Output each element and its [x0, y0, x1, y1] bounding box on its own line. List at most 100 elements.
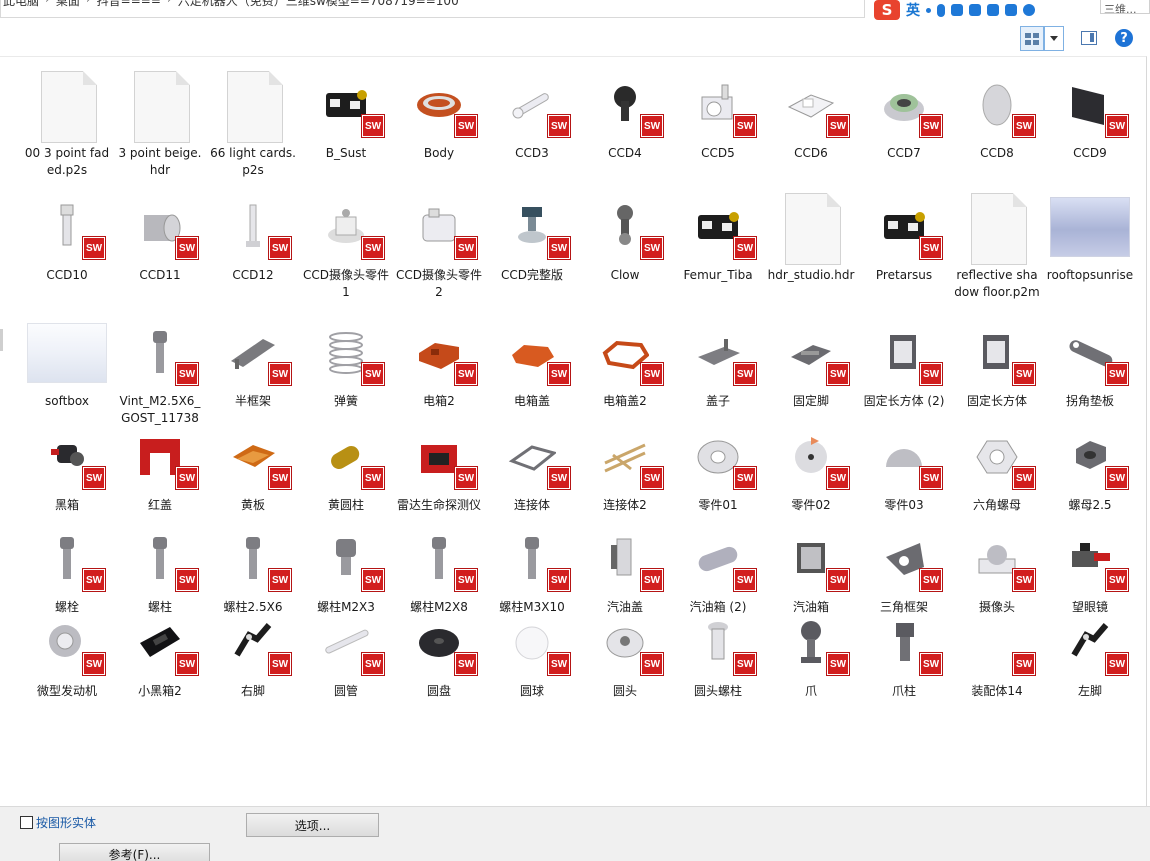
- file-thumbnail: SW: [672, 603, 764, 683]
- file-item[interactable]: SW 左脚: [1044, 603, 1136, 700]
- file-item[interactable]: SW CCD8: [951, 65, 1043, 162]
- file-item[interactable]: SW 爪柱: [858, 603, 950, 700]
- file-item[interactable]: SW CCD11: [114, 187, 206, 284]
- settings-gear-icon[interactable]: [1023, 4, 1035, 16]
- file-item[interactable]: SW CCD12: [207, 187, 299, 284]
- file-item[interactable]: SW CCD6: [765, 65, 857, 162]
- file-item[interactable]: SW CCD9: [1044, 65, 1136, 162]
- file-item[interactable]: SW 固定脚: [765, 313, 857, 410]
- file-item[interactable]: SW 连接体2: [579, 417, 671, 514]
- file-item[interactable]: SW 零件01: [672, 417, 764, 514]
- file-item[interactable]: SW 电箱盖2: [579, 313, 671, 410]
- file-item[interactable]: SW 黑箱: [21, 417, 113, 514]
- file-item[interactable]: SW 螺栓: [21, 519, 113, 616]
- file-item[interactable]: SW B_Sust: [300, 65, 392, 162]
- file-item[interactable]: SW 连接体: [486, 417, 578, 514]
- file-item[interactable]: SW CCD7: [858, 65, 950, 162]
- file-item[interactable]: SW 零件03: [858, 417, 950, 514]
- file-item[interactable]: SW 弹簧: [300, 313, 392, 410]
- file-item[interactable]: rooftopsunrise: [1044, 187, 1136, 284]
- breadcrumb-item[interactable]: 此电脑: [3, 0, 39, 9]
- file-item[interactable]: SW 爪: [765, 603, 857, 700]
- file-item[interactable]: SW Pretarsus: [858, 187, 950, 284]
- file-item[interactable]: SW 圆球: [486, 603, 578, 700]
- file-item[interactable]: SW CCD5: [672, 65, 764, 162]
- file-item[interactable]: SW 圆头螺柱: [672, 603, 764, 700]
- file-item[interactable]: 00 3 point faded.p2s: [21, 65, 113, 179]
- address-bar[interactable]: 此电脑 › 桌面 › 抖音==== › 六足机器人（免费）三维sw模型==708…: [0, 0, 865, 18]
- file-item[interactable]: SW 装配体14: [951, 603, 1043, 700]
- file-thumbnail: [114, 65, 206, 145]
- file-item[interactable]: SW 拐角垫板: [1044, 313, 1136, 410]
- by-graphic-entity-label[interactable]: 按图形实体: [36, 814, 96, 831]
- file-item[interactable]: SW Clow: [579, 187, 671, 284]
- file-item[interactable]: SW 三角框架: [858, 519, 950, 616]
- file-item[interactable]: SW 右脚: [207, 603, 299, 700]
- references-button[interactable]: 参考(F)...: [59, 843, 210, 861]
- file-item[interactable]: SW 六角螺母: [951, 417, 1043, 514]
- file-item[interactable]: SW 摄像头: [951, 519, 1043, 616]
- view-mode-button[interactable]: [1020, 26, 1044, 51]
- breadcrumb-item[interactable]: 六足机器人（免费）三维sw模型==708719==100: [178, 0, 459, 9]
- file-item[interactable]: SW 盖子: [672, 313, 764, 410]
- file-item[interactable]: SW 电箱2: [393, 313, 485, 410]
- file-item[interactable]: SW 红盖: [114, 417, 206, 514]
- file-item[interactable]: SW Body: [393, 65, 485, 162]
- file-item[interactable]: SW Vint_M2.5X6_GOST_11738: [114, 313, 206, 427]
- file-item[interactable]: SW CCD摄像头零件1: [300, 187, 392, 301]
- file-item[interactable]: SW 螺柱2.5X6: [207, 519, 299, 616]
- file-item[interactable]: SW 半框架: [207, 313, 299, 410]
- splitter-handle[interactable]: [0, 329, 3, 351]
- file-item[interactable]: reflective shadow floor.p2m: [951, 187, 1043, 301]
- file-item[interactable]: SW 微型发动机: [21, 603, 113, 700]
- file-item[interactable]: SW CCD10: [21, 187, 113, 284]
- file-item[interactable]: SW CCD3: [486, 65, 578, 162]
- breadcrumb-item[interactable]: 抖音====: [97, 0, 161, 9]
- help-icon[interactable]: ?: [1115, 29, 1133, 47]
- shirt-icon[interactable]: [969, 4, 981, 16]
- punctuation-icon[interactable]: [926, 7, 931, 13]
- file-item[interactable]: SW 螺柱M2X8: [393, 519, 485, 616]
- file-item[interactable]: SW 雷达生命探测仪: [393, 417, 485, 514]
- file-item[interactable]: SW 电箱盖: [486, 313, 578, 410]
- file-item[interactable]: SW 黄板: [207, 417, 299, 514]
- search-box[interactable]: 三维...: [1100, 0, 1150, 14]
- file-item[interactable]: SW CCD4: [579, 65, 671, 162]
- file-item[interactable]: SW 固定长方体 (2): [858, 313, 950, 410]
- file-item[interactable]: SW 圆管: [300, 603, 392, 700]
- file-item[interactable]: SW Femur_Tiba: [672, 187, 764, 284]
- breadcrumb-item[interactable]: 桌面: [56, 0, 80, 9]
- file-item[interactable]: SW 螺柱: [114, 519, 206, 616]
- file-item[interactable]: 3 point beige.hdr: [114, 65, 206, 179]
- file-item[interactable]: SW 汽油盖: [579, 519, 671, 616]
- file-item[interactable]: 66 light cards.p2s: [207, 65, 299, 179]
- file-item[interactable]: SW 汽油箱: [765, 519, 857, 616]
- sogou-logo-icon[interactable]: S: [874, 0, 900, 20]
- microphone-icon[interactable]: [937, 3, 945, 17]
- keyboard-icon[interactable]: [951, 4, 963, 16]
- file-item[interactable]: SW 小黑箱2: [114, 603, 206, 700]
- file-item[interactable]: SW 圆头: [579, 603, 671, 700]
- file-item[interactable]: SW 圆盘: [393, 603, 485, 700]
- file-item[interactable]: SW CCD摄像头零件2: [393, 187, 485, 301]
- by-graphic-entity-checkbox[interactable]: [20, 816, 33, 829]
- file-item[interactable]: SW 黄圆柱: [300, 417, 392, 514]
- file-item[interactable]: SW 螺母2.5: [1044, 417, 1136, 514]
- file-thumbnail: SW: [951, 603, 1043, 683]
- gamepad-icon[interactable]: [987, 4, 999, 16]
- preview-pane-icon[interactable]: [1081, 31, 1097, 45]
- options-button[interactable]: 选项...: [246, 813, 379, 837]
- apps-grid-icon[interactable]: [1005, 4, 1017, 16]
- file-item[interactable]: SW CCD完整版: [486, 187, 578, 284]
- file-item[interactable]: hdr_studio.hdr: [765, 187, 857, 284]
- file-item[interactable]: SW 望眼镜: [1044, 519, 1136, 616]
- file-item[interactable]: SW 零件02: [765, 417, 857, 514]
- file-item[interactable]: SW 固定长方体: [951, 313, 1043, 410]
- ime-language-toggle[interactable]: 英: [906, 0, 920, 20]
- file-item[interactable]: softbox: [21, 313, 113, 410]
- view-mode-dropdown[interactable]: [1044, 26, 1064, 51]
- file-item[interactable]: SW 螺柱M2X3: [300, 519, 392, 616]
- file-item[interactable]: SW 螺柱M3X10: [486, 519, 578, 616]
- file-item[interactable]: SW 汽油箱 (2): [672, 519, 764, 616]
- breadcrumb-separator: ›: [86, 0, 91, 9]
